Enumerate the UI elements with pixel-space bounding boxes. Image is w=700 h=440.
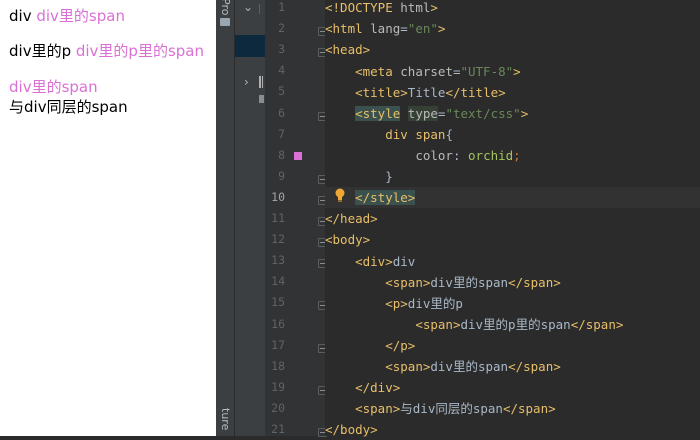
folder-icon[interactable] xyxy=(220,18,230,26)
preview-span-text: div里的span xyxy=(36,7,125,25)
code-line-15: <p>div里的p xyxy=(385,296,463,311)
code-line-3: <head> xyxy=(325,42,371,57)
code-line-1: <!DOCTYPE html> xyxy=(325,0,438,15)
chevron-down-icon[interactable]: ⌄ xyxy=(243,0,253,14)
preview-text: div xyxy=(9,7,37,25)
lightbulb-icon[interactable] xyxy=(334,188,346,202)
preview-span-text: div里的span xyxy=(9,78,98,96)
code-line-18: <span>div里的span</span> xyxy=(385,359,561,374)
panel-divider xyxy=(259,4,260,14)
code-line-5: <title>Title</title> xyxy=(355,85,506,100)
code-line-10: </style> xyxy=(325,187,700,208)
preview-span-text: div里的p里的span xyxy=(75,42,204,60)
code-line-7: div span{ xyxy=(385,127,453,142)
color-swatch[interactable] xyxy=(294,152,302,160)
line-number: 8 xyxy=(278,147,285,162)
project-tool-tab[interactable]: Pro xyxy=(218,0,232,15)
line-number: 15 xyxy=(271,295,285,310)
preview-line-3: div里的span xyxy=(9,77,98,97)
line-number: 2 xyxy=(278,21,285,36)
preview-line-1: div div里的span xyxy=(9,6,125,26)
code-line-9: } xyxy=(385,169,393,184)
line-number: 3 xyxy=(278,42,285,57)
code-line-6: <style type="text/css"> xyxy=(355,106,529,121)
line-number: 7 xyxy=(278,126,285,141)
code-line-19: </div> xyxy=(355,380,401,395)
preview-line-2: div里的p div里的p里的span xyxy=(9,41,204,61)
line-number: 18 xyxy=(271,358,285,373)
code-editor[interactable]: <!DOCTYPE html> <html lang="en"> <head> … xyxy=(325,0,700,437)
chevron-right-icon[interactable]: › xyxy=(244,75,249,89)
line-number: 11 xyxy=(271,211,285,225)
browser-preview: div div里的span div里的p div里的p里的span div里的s… xyxy=(0,0,216,436)
structure-tool-tab[interactable]: ture xyxy=(218,408,232,430)
line-number: 14 xyxy=(271,274,285,289)
line-number: 16 xyxy=(271,316,285,331)
code-line-11: </head> xyxy=(325,211,378,226)
code-line-8: color: orchid; xyxy=(415,148,521,163)
code-line-13: <div>div xyxy=(355,254,416,269)
line-number: 10 xyxy=(271,189,285,204)
editor-gutter: 1 2 3 4 5 6 7 8 9 10 11 12 13 14 15 16 17 18 19 20 21 xyxy=(265,0,327,437)
preview-line-4: 与div同层的span xyxy=(9,97,128,117)
tool-window-strip: Pro ture xyxy=(216,0,235,436)
line-number: 12 xyxy=(271,232,285,247)
code-line-20: <span>与div同层的span</span> xyxy=(355,401,556,416)
code-line-12: <body> xyxy=(325,232,371,247)
preview-text: div里的p xyxy=(9,42,76,60)
preview-text: 与div同层的span xyxy=(9,98,128,116)
line-number: 9 xyxy=(278,168,285,183)
code-line-2: <html lang="en"> xyxy=(325,21,446,36)
code-line-4: <meta charset="UTF-8"> xyxy=(355,64,521,79)
line-number: 6 xyxy=(278,105,285,120)
code-line-21: </body> xyxy=(325,422,378,437)
code-line-14: <span>div里的span</span> xyxy=(385,275,561,290)
line-number: 1 xyxy=(278,0,285,14)
line-number: 17 xyxy=(271,337,285,352)
line-number: 21 xyxy=(271,422,285,436)
code-line-17: </p> xyxy=(385,338,416,353)
line-number: 4 xyxy=(278,63,285,78)
code-line-16: <span>div里的p里的span</span> xyxy=(415,317,624,332)
line-number: 5 xyxy=(278,84,285,99)
line-number: 20 xyxy=(271,400,285,415)
line-number: 13 xyxy=(271,253,285,268)
line-number: 19 xyxy=(271,379,285,394)
